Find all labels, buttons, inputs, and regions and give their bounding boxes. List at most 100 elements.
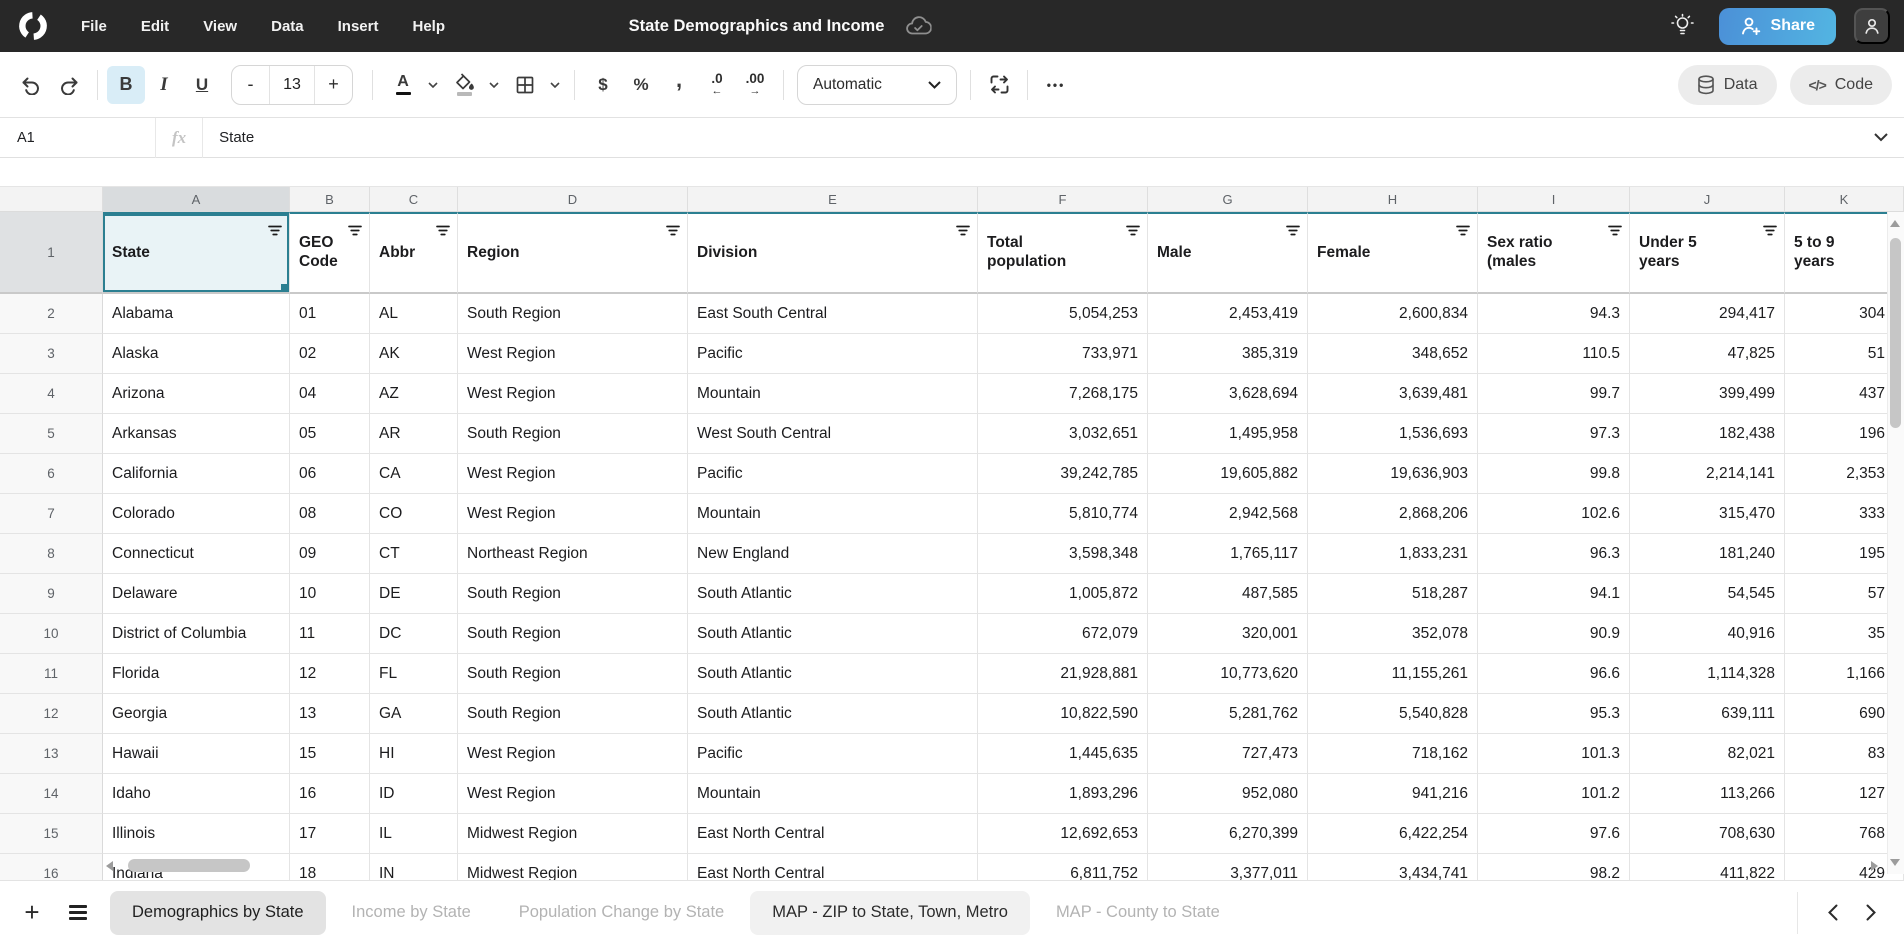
row-number[interactable]: 8 <box>0 534 103 574</box>
cell-B12[interactable]: 13 <box>290 694 370 734</box>
cell-F4[interactable]: 7,268,175 <box>978 374 1148 414</box>
cell-F13[interactable]: 1,445,635 <box>978 734 1148 774</box>
row-number[interactable]: 5 <box>0 414 103 454</box>
scroll-left-arrow-icon[interactable] <box>106 861 113 871</box>
cell-E8[interactable]: New England <box>688 534 978 574</box>
cell-A13[interactable]: Hawaii <box>103 734 290 774</box>
cell-E12[interactable]: South Atlantic <box>688 694 978 734</box>
cell-A4[interactable]: Arizona <box>103 374 290 414</box>
column-header-C[interactable]: C <box>370 187 458 212</box>
cell-E10[interactable]: South Atlantic <box>688 614 978 654</box>
cell-H13[interactable]: 718,162 <box>1308 734 1478 774</box>
cell-A15[interactable]: Illinois <box>103 814 290 854</box>
tabs-scroll-right-button[interactable] <box>1852 894 1890 932</box>
cell-E5[interactable]: West South Central <box>688 414 978 454</box>
cell-D14[interactable]: West Region <box>458 774 688 814</box>
text-color-chevron-icon[interactable] <box>425 82 441 88</box>
sheet-tab-demographics-by-state[interactable]: Demographics by State <box>110 891 326 935</box>
filter-icon[interactable] <box>268 223 282 242</box>
menu-item-insert[interactable]: Insert <box>321 0 396 52</box>
cell-B6[interactable]: 06 <box>290 454 370 494</box>
cell-H7[interactable]: 2,868,206 <box>1308 494 1478 534</box>
formula-bar-expand-chevron-icon[interactable] <box>1874 133 1888 142</box>
cell-A3[interactable]: Alaska <box>103 334 290 374</box>
percent-format-button[interactable]: % <box>622 66 660 104</box>
fill-color-chevron-icon[interactable] <box>486 82 502 88</box>
header-cell-D1[interactable]: Region <box>458 212 688 294</box>
cell-D3[interactable]: West Region <box>458 334 688 374</box>
cell-F3[interactable]: 733,971 <box>978 334 1148 374</box>
header-cell-B1[interactable]: GEO Code <box>290 212 370 294</box>
formula-toggle-button[interactable] <box>980 66 1018 104</box>
cell-D4[interactable]: West Region <box>458 374 688 414</box>
menu-item-help[interactable]: Help <box>395 0 462 52</box>
filter-icon[interactable] <box>956 223 970 242</box>
menu-item-file[interactable]: File <box>64 0 124 52</box>
cell-B14[interactable]: 16 <box>290 774 370 814</box>
cell-C5[interactable]: AR <box>370 414 458 454</box>
cell-G5[interactable]: 1,495,958 <box>1148 414 1308 454</box>
cell-B10[interactable]: 11 <box>290 614 370 654</box>
borders-button[interactable] <box>506 66 544 104</box>
menu-item-edit[interactable]: Edit <box>124 0 186 52</box>
cell-J6[interactable]: 2,214,141 <box>1630 454 1785 494</box>
cell-G10[interactable]: 320,001 <box>1148 614 1308 654</box>
cell-I13[interactable]: 101.3 <box>1478 734 1630 774</box>
cell-C2[interactable]: AL <box>370 294 458 334</box>
row-number[interactable]: 9 <box>0 574 103 614</box>
header-cell-C1[interactable]: Abbr <box>370 212 458 294</box>
cell-C8[interactable]: CT <box>370 534 458 574</box>
header-cell-A1[interactable]: State <box>103 212 290 294</box>
cell-G9[interactable]: 487,585 <box>1148 574 1308 614</box>
cell-C9[interactable]: DE <box>370 574 458 614</box>
italic-button[interactable]: I <box>145 66 183 104</box>
row-number[interactable]: 3 <box>0 334 103 374</box>
cell-A10[interactable]: District of Columbia <box>103 614 290 654</box>
filter-icon[interactable] <box>1456 223 1470 242</box>
cell-J15[interactable]: 708,630 <box>1630 814 1785 854</box>
column-header-A[interactable]: A <box>103 187 290 212</box>
row-number[interactable]: 1 <box>0 212 103 294</box>
cell-I8[interactable]: 96.3 <box>1478 534 1630 574</box>
cell-B4[interactable]: 04 <box>290 374 370 414</box>
cell-B3[interactable]: 02 <box>290 334 370 374</box>
cell-G8[interactable]: 1,765,117 <box>1148 534 1308 574</box>
cell-C3[interactable]: AK <box>370 334 458 374</box>
cell-F5[interactable]: 3,032,651 <box>978 414 1148 454</box>
cell-J14[interactable]: 113,266 <box>1630 774 1785 814</box>
cell-F14[interactable]: 1,893,296 <box>978 774 1148 814</box>
cell-J9[interactable]: 54,545 <box>1630 574 1785 614</box>
code-panel-button[interactable]: </> Code <box>1790 65 1893 105</box>
cell-C4[interactable]: AZ <box>370 374 458 414</box>
row-number[interactable]: 13 <box>0 734 103 774</box>
column-header-J[interactable]: J <box>1630 187 1785 212</box>
cell-D5[interactable]: South Region <box>458 414 688 454</box>
row-number[interactable]: 10 <box>0 614 103 654</box>
more-options-button[interactable]: ••• <box>1037 66 1075 104</box>
cell-F2[interactable]: 5,054,253 <box>978 294 1148 334</box>
cell-H8[interactable]: 1,833,231 <box>1308 534 1478 574</box>
vertical-scrollbar-thumb[interactable] <box>1890 238 1901 428</box>
cell-C7[interactable]: CO <box>370 494 458 534</box>
cell-H11[interactable]: 11,155,261 <box>1308 654 1478 694</box>
borders-chevron-icon[interactable] <box>547 82 563 88</box>
cell-A14[interactable]: Idaho <box>103 774 290 814</box>
lightbulb-icon[interactable] <box>1665 8 1701 44</box>
filter-icon[interactable] <box>1126 223 1140 242</box>
vertical-scrollbar[interactable] <box>1887 212 1904 874</box>
cell-G3[interactable]: 385,319 <box>1148 334 1308 374</box>
row-number[interactable]: 16 <box>0 854 103 880</box>
header-cell-F1[interactable]: Total population <box>978 212 1148 294</box>
cell-A6[interactable]: California <box>103 454 290 494</box>
cell-A2[interactable]: Alabama <box>103 294 290 334</box>
font-size-value[interactable]: 13 <box>269 66 315 104</box>
column-header-F[interactable]: F <box>978 187 1148 212</box>
filter-icon[interactable] <box>436 223 450 242</box>
filter-icon[interactable] <box>1608 223 1622 242</box>
cell-I4[interactable]: 99.7 <box>1478 374 1630 414</box>
cell-E9[interactable]: South Atlantic <box>688 574 978 614</box>
cell-J13[interactable]: 82,021 <box>1630 734 1785 774</box>
cell-I2[interactable]: 94.3 <box>1478 294 1630 334</box>
scroll-up-arrow-icon[interactable] <box>1890 220 1900 227</box>
sheet-tab-map-zip-to-state-town-metro[interactable]: MAP - ZIP to State, Town, Metro <box>750 891 1030 935</box>
